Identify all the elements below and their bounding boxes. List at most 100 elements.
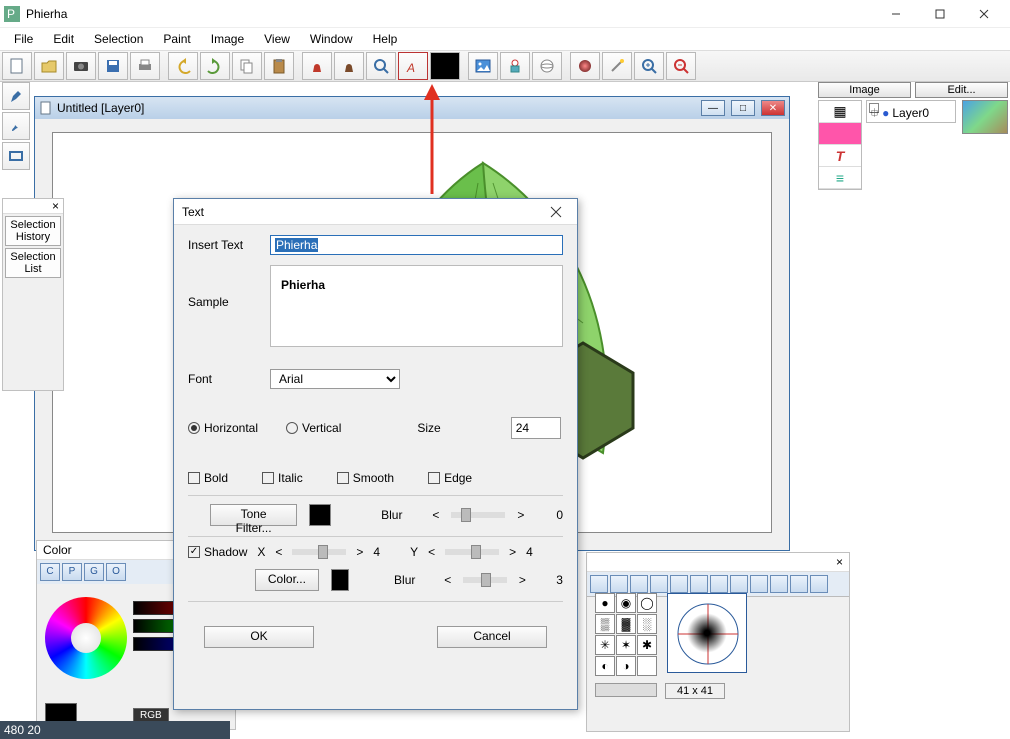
zoom-icon[interactable] [366,52,396,80]
color-tab-c[interactable]: C [40,563,60,581]
cancel-button[interactable]: Cancel [437,626,547,648]
blur2-dec-icon[interactable]: < [444,573,451,587]
brush-tab-9[interactable] [750,575,768,593]
brush-tab-1[interactable] [590,575,608,593]
brush-preset[interactable]: ▓ [616,614,636,634]
doc-close-icon[interactable]: ✕ [761,100,785,116]
zoomin-icon[interactable] [634,52,664,80]
brush-preset[interactable]: ✳ [595,635,615,655]
shadow-y-slider[interactable] [445,549,499,555]
blur-inc-icon[interactable]: > [517,508,524,522]
layer-list[interactable]: ⯐ ● Layer0 [866,100,956,123]
x-dec-icon[interactable]: < [275,545,282,559]
brush-tab-4[interactable] [650,575,668,593]
text-tool-icon[interactable]: A [398,52,428,80]
y-inc-icon[interactable]: > [509,545,516,559]
edit-tab[interactable]: Edit... [915,82,1008,98]
menu-selection[interactable]: Selection [84,30,153,48]
shadow-color-button[interactable]: Color... [255,569,319,591]
edge-checkbox[interactable]: Edge [428,471,472,485]
brush-preset[interactable]: ░ [637,614,657,634]
size-input[interactable] [511,417,561,439]
shadow-checkbox[interactable]: ✓Shadow [188,545,247,559]
layer-add-icon[interactable]: ▦ [819,101,861,123]
horizontal-radio[interactable]: Horizontal [188,421,258,435]
selection-panel-close-icon[interactable]: × [3,199,63,214]
layer-color-icon[interactable] [819,123,861,145]
camera-icon[interactable] [66,52,96,80]
menu-help[interactable]: Help [363,30,408,48]
shadow-x-slider[interactable] [292,549,346,555]
brush-tab-7[interactable] [710,575,728,593]
color-tab-g[interactable]: G [84,563,104,581]
doc-maximize-icon[interactable]: □ [731,100,755,116]
brush-preset[interactable]: ◐ [595,656,615,676]
sphere-icon[interactable] [532,52,562,80]
color-tab-p[interactable]: P [62,563,82,581]
hue-wheel[interactable] [45,597,127,679]
document-titlebar[interactable]: Untitled [Layer0] — □ ✕ [35,97,789,119]
save-icon[interactable] [98,52,128,80]
new-icon[interactable] [2,52,32,80]
brush-tab-3[interactable] [630,575,648,593]
ball-icon[interactable] [570,52,600,80]
blur-slider[interactable] [451,512,505,518]
tone-color-swatch[interactable] [309,504,331,526]
print-icon[interactable] [130,52,160,80]
redo-icon[interactable] [200,52,230,80]
stamp1-icon[interactable] [302,52,332,80]
brush-preset[interactable]: ✶ [616,635,636,655]
close-button[interactable] [962,0,1006,28]
menu-paint[interactable]: Paint [153,30,200,48]
layer-align-icon[interactable]: ≡ [819,167,861,189]
vertical-radio[interactable]: Vertical [286,421,341,435]
color-tab-o[interactable]: O [106,563,126,581]
menu-image[interactable]: Image [201,30,254,48]
blur-dec-icon[interactable]: < [432,508,439,522]
layer-text-icon[interactable]: T [819,145,861,167]
brush-tab-8[interactable] [730,575,748,593]
open-icon[interactable] [34,52,64,80]
copy-icon[interactable] [232,52,262,80]
menu-window[interactable]: Window [300,30,363,48]
picture-icon[interactable] [468,52,498,80]
y-dec-icon[interactable]: < [428,545,435,559]
layer-thumbnail[interactable] [962,100,1008,134]
minimize-button[interactable] [874,0,918,28]
brush-tab-11[interactable] [790,575,808,593]
zoomout-icon[interactable] [666,52,696,80]
undo-icon[interactable] [168,52,198,80]
image-tab[interactable]: Image [818,82,911,98]
robot-icon[interactable] [500,52,530,80]
brush-tool-icon[interactable] [2,112,30,140]
color-swatch-icon[interactable] [430,52,460,80]
brush-tab-2[interactable] [610,575,628,593]
stamp2-icon[interactable] [334,52,364,80]
tone-filter-button[interactable]: Tone Filter... [210,504,297,526]
selection-list-button[interactable]: Selection List [5,248,61,278]
pen-tool-icon[interactable] [2,82,30,110]
menu-file[interactable]: File [4,30,43,48]
italic-checkbox[interactable]: Italic [262,471,303,485]
menu-edit[interactable]: Edit [43,30,84,48]
menu-view[interactable]: View [254,30,300,48]
x-inc-icon[interactable]: > [356,545,363,559]
brush-preset[interactable]: ◉ [616,593,636,613]
brush-tab-6[interactable] [690,575,708,593]
brush-panel-close-icon[interactable]: × [836,555,843,569]
maximize-button[interactable] [918,0,962,28]
ok-button[interactable]: OK [204,626,314,648]
font-select[interactable]: Arial [270,369,400,389]
doc-minimize-icon[interactable]: — [701,100,725,116]
paste-icon[interactable] [264,52,294,80]
selection-history-button[interactable]: Selection History [5,216,61,246]
brush-tab-12[interactable] [810,575,828,593]
brush-preset[interactable]: ● [595,593,615,613]
wand-icon[interactable] [602,52,632,80]
brush-tab-10[interactable] [770,575,788,593]
brush-tab-5[interactable] [670,575,688,593]
shadow-blur-slider[interactable] [463,577,507,583]
brush-preset[interactable]: ◯ [637,593,657,613]
brush-preset[interactable] [637,656,657,676]
blur2-inc-icon[interactable]: > [519,573,526,587]
